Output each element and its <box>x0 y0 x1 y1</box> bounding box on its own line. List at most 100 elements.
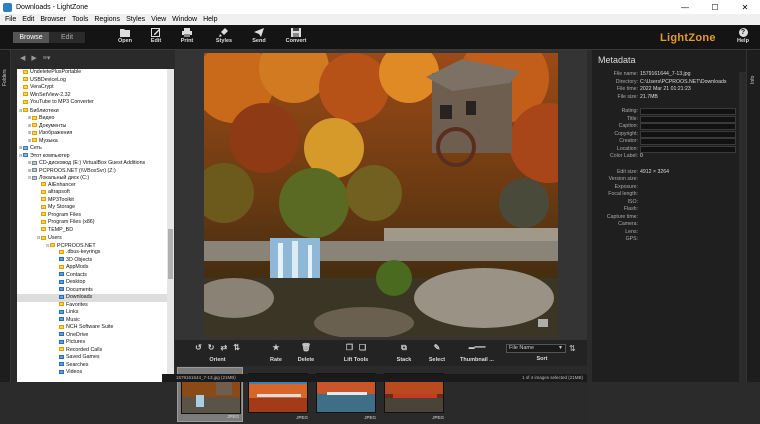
metadata-row: Lens: <box>592 229 742 236</box>
tree-item[interactable]: WinSetView-2.32 <box>17 92 167 100</box>
tree-item[interactable]: Music <box>17 317 167 325</box>
tree-item[interactable]: ⊞ Изображения <box>17 129 167 137</box>
menu-file[interactable]: File <box>2 16 19 23</box>
rotate-left-icon[interactable]: ↺ <box>195 343 202 352</box>
folders-tab[interactable]: Folders <box>2 69 8 86</box>
tree-item[interactable]: ⊟ PCPROOS.NET <box>17 242 167 250</box>
tree-item[interactable]: Videos <box>17 369 167 377</box>
menu-window[interactable]: Window <box>169 16 200 23</box>
tree-item[interactable]: OneDrive <box>17 332 167 340</box>
folder-icon <box>59 332 64 337</box>
edit-button[interactable]: Edit <box>140 28 172 48</box>
tree-item[interactable]: ⊞ Музыка <box>17 137 167 145</box>
back-arrow-icon[interactable]: ◀ <box>20 54 25 62</box>
scrollbar-thumb[interactable] <box>168 229 173 279</box>
rate-button[interactable]: ★ Rate <box>265 343 287 363</box>
tree-item[interactable]: TEMP_BD <box>17 227 167 235</box>
tree-item[interactable]: ⊟ Библиотеки <box>17 107 167 115</box>
tree-item[interactable]: USBDeviceLog <box>17 77 167 85</box>
tree-item[interactable]: .dbus-keyrings <box>17 249 167 257</box>
tree-item[interactable]: UndeletePlusPortable <box>17 69 167 77</box>
menu-regions[interactable]: Regions <box>91 16 123 23</box>
thumbnail-size-control[interactable]: ▬━━━ Thumbnail ... <box>459 343 495 363</box>
tree-item[interactable]: VeraCrypt <box>17 84 167 92</box>
tree-item[interactable]: ⊞ PCPROOS.NET (\\VBoxSvr) (Z:) <box>17 167 167 175</box>
edit-tab[interactable]: Edit <box>49 32 85 43</box>
sort-dropdown[interactable]: File Name ▼ <box>506 344 566 353</box>
print-button[interactable]: Print <box>171 28 203 48</box>
styles-button[interactable]: Styles <box>208 28 240 48</box>
format-badge: JPEG <box>227 414 239 419</box>
folder-icon <box>59 369 64 374</box>
metadata-field-input[interactable] <box>640 130 736 138</box>
folder-icon <box>23 92 28 97</box>
browse-tab[interactable]: Browse <box>13 32 49 43</box>
forward-arrow-icon[interactable]: ▶ <box>31 54 36 62</box>
sort-order-icon[interactable]: ⇅ <box>569 344 576 353</box>
tree-item-label: Изображения <box>39 130 73 136</box>
tree-item[interactable]: ⊟ Этот компьютер <box>17 152 167 160</box>
tree-item[interactable]: AIEnhancer <box>17 182 167 190</box>
convert-button[interactable]: Convert <box>280 28 312 48</box>
tree-item[interactable]: Searches <box>17 362 167 370</box>
select-button[interactable]: ✎ Select <box>426 343 448 363</box>
menu-styles[interactable]: Styles <box>123 16 148 23</box>
center-panel: ↺ ↻ ⇄ ⇅ Orient ★ Rate 🗑 Delete ❐ ❏ Lift T… <box>175 50 587 424</box>
tree-item[interactable]: Contacts <box>17 272 167 280</box>
tree-item[interactable]: altrapsoft <box>17 189 167 197</box>
minimize-button[interactable]: — <box>670 0 700 14</box>
lift-tools-button[interactable]: ❐ ❏ Lift Tools <box>341 343 371 363</box>
tree-item[interactable]: 3D Objects <box>17 257 167 265</box>
send-button[interactable]: Send <box>243 28 275 48</box>
menu-tools[interactable]: Tools <box>69 16 91 23</box>
tree-item[interactable]: Program Files <box>17 212 167 220</box>
metadata-field-input[interactable] <box>640 145 736 153</box>
metadata-field-input[interactable] <box>640 123 736 130</box>
folder-tree-scrollbar[interactable] <box>167 69 174 382</box>
tree-item[interactable]: Downloads <box>17 294 167 302</box>
rotate-right-icon[interactable]: ↻ <box>208 343 215 352</box>
tree-item[interactable]: Favorites <box>17 302 167 310</box>
tree-item[interactable]: Recorded Calls <box>17 347 167 355</box>
tree-item-label: Contacts <box>66 271 87 278</box>
menu-browser[interactable]: Browser <box>37 16 69 23</box>
tree-item[interactable]: Program Files (x86) <box>17 219 167 227</box>
tree-item[interactable]: Links <box>17 309 167 317</box>
help-button[interactable]: ? Help <box>734 28 752 44</box>
lift-tools-label: Lift Tools <box>343 357 369 363</box>
tree-item[interactable]: ⊞ CD-дисковод (E:) VirtualBox Guest Addit… <box>17 159 167 167</box>
metadata-field-input[interactable] <box>640 115 736 123</box>
tree-item[interactable]: Pictures <box>17 339 167 347</box>
tree-item[interactable]: Saved Games <box>17 354 167 362</box>
folder-tree[interactable]: UndeletePlusPortable USBDeviceLog VeraCryp… <box>17 69 167 382</box>
flip-vertical-icon[interactable]: ⇅ <box>233 343 240 352</box>
tree-item[interactable]: AppMods <box>17 264 167 272</box>
tree-item[interactable]: ⊟ Users <box>17 234 167 242</box>
menu-help[interactable]: Help <box>200 16 220 23</box>
flip-horizontal-icon[interactable]: ⇄ <box>221 343 228 352</box>
tree-item[interactable]: Documents <box>17 287 167 295</box>
tree-item[interactable]: Desktop <box>17 279 167 287</box>
tree-item-label: Desktop <box>66 279 86 285</box>
tree-item[interactable]: ⊞ Документы <box>17 122 167 130</box>
tree-item[interactable]: ⊞ Сеть <box>17 144 167 152</box>
tree-item[interactable]: NCH Software Suite <box>17 324 167 332</box>
metadata-value: 4912 × 3264 <box>640 168 669 175</box>
maximize-button[interactable]: ☐ <box>700 0 730 14</box>
stack-button[interactable]: ⧉ Stack <box>393 343 415 364</box>
info-tab[interactable]: Info <box>750 76 756 84</box>
recent-folders-icon[interactable]: ≡▾ <box>43 54 51 62</box>
open-button[interactable]: Open <box>109 28 141 48</box>
tree-item[interactable]: My Storage <box>17 204 167 212</box>
metadata-field-input[interactable] <box>640 138 736 145</box>
metadata-field-input[interactable] <box>640 108 736 115</box>
tree-item[interactable]: ⊟ Локальный диск (C:) <box>17 174 167 182</box>
menu-view[interactable]: View <box>148 16 169 23</box>
tree-item[interactable]: MP3Toolkit <box>17 197 167 205</box>
tree-item[interactable]: ⊞ Видео <box>17 114 167 122</box>
close-button[interactable]: ✕ <box>730 0 760 14</box>
delete-button[interactable]: 🗑 Delete <box>295 343 317 363</box>
thumbnail-slider-icon[interactable]: ▬━━━ <box>469 344 486 351</box>
tree-item[interactable]: YouTube to MP3 Converter <box>17 99 167 107</box>
menu-edit[interactable]: Edit <box>19 16 37 23</box>
